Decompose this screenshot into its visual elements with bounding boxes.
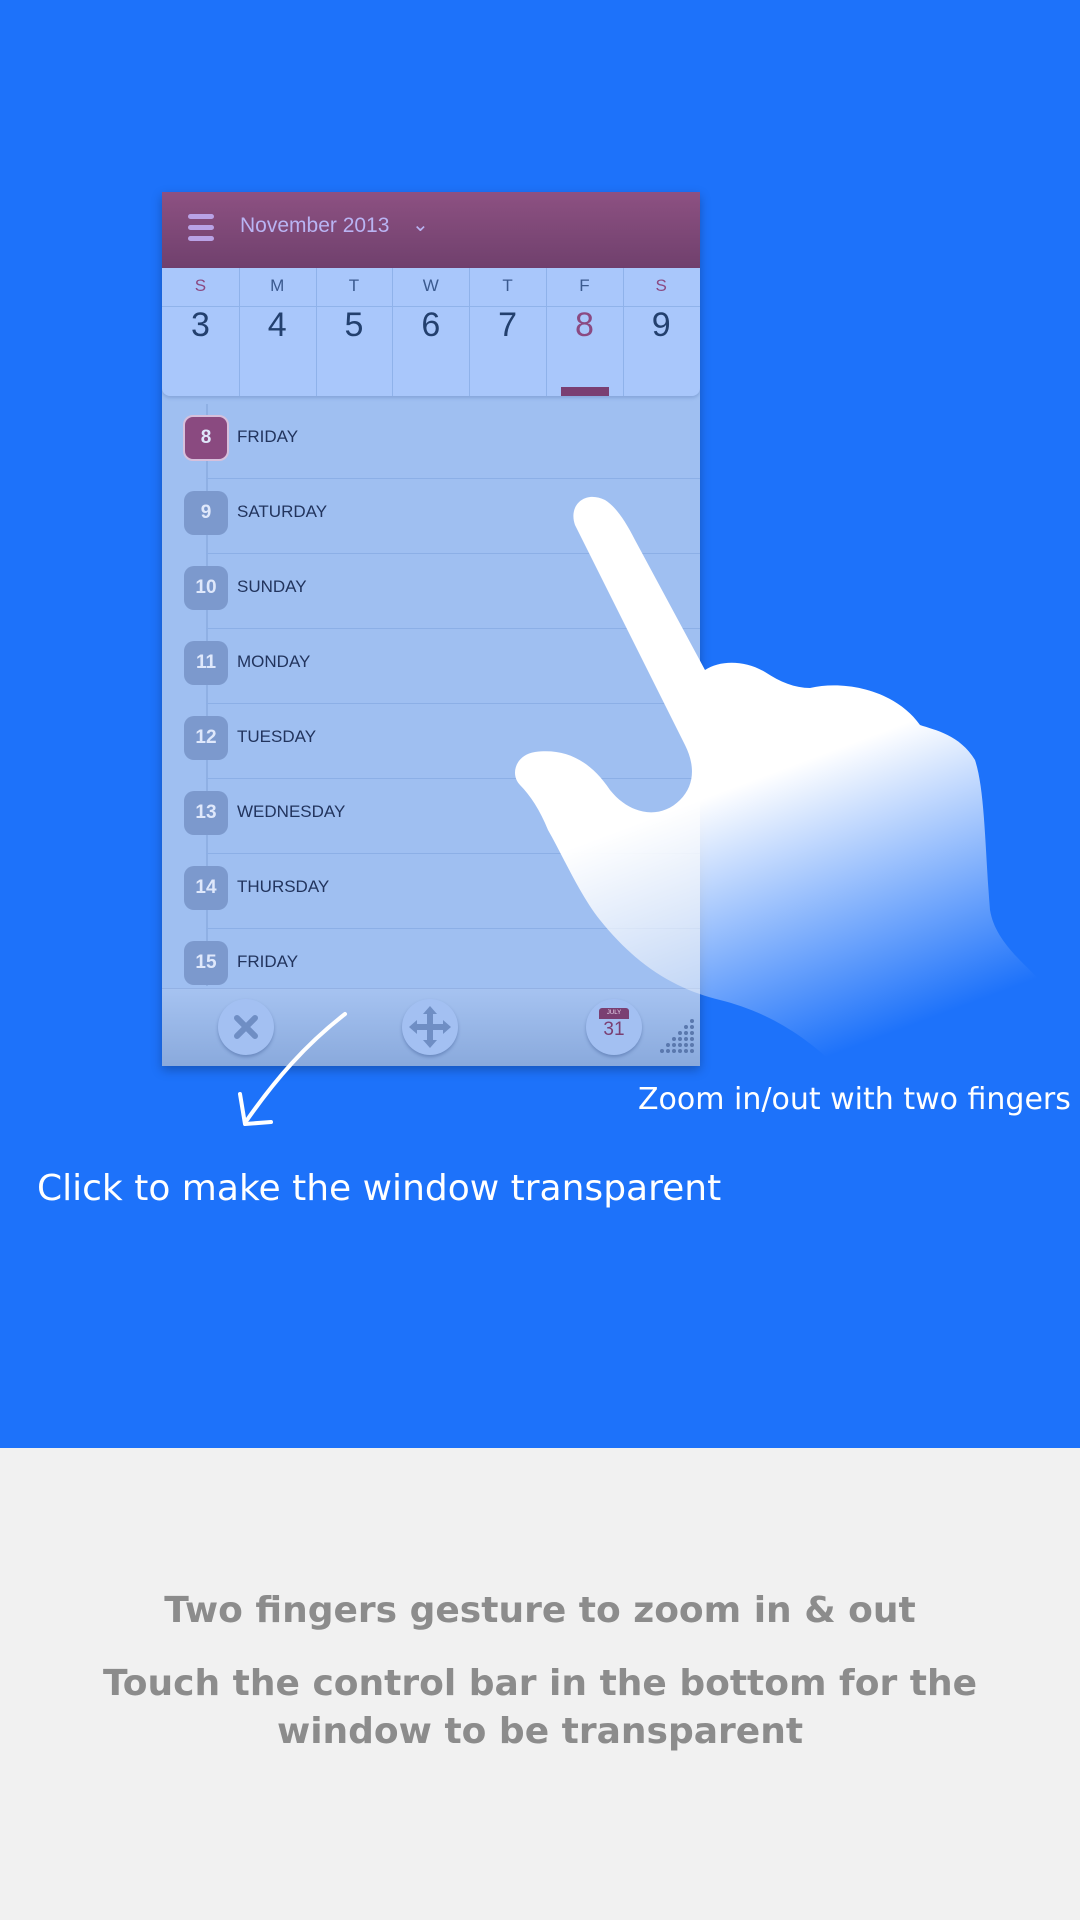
zoom-hint: Zoom in/out with two fingers — [638, 1082, 1071, 1117]
footer-line-2: Touch the control bar in the bottom for … — [103, 1663, 977, 1752]
hero-area: November 2013 ⌄ S 3 M 4 T 5 W 6 T 7 F 8 … — [0, 0, 1080, 1448]
transparency-hint: Click to make the window transparent — [37, 1168, 722, 1209]
footer-line-1: Two fingers gesture to zoom in & out — [164, 1590, 916, 1631]
arrow-icon — [238, 1012, 347, 1126]
